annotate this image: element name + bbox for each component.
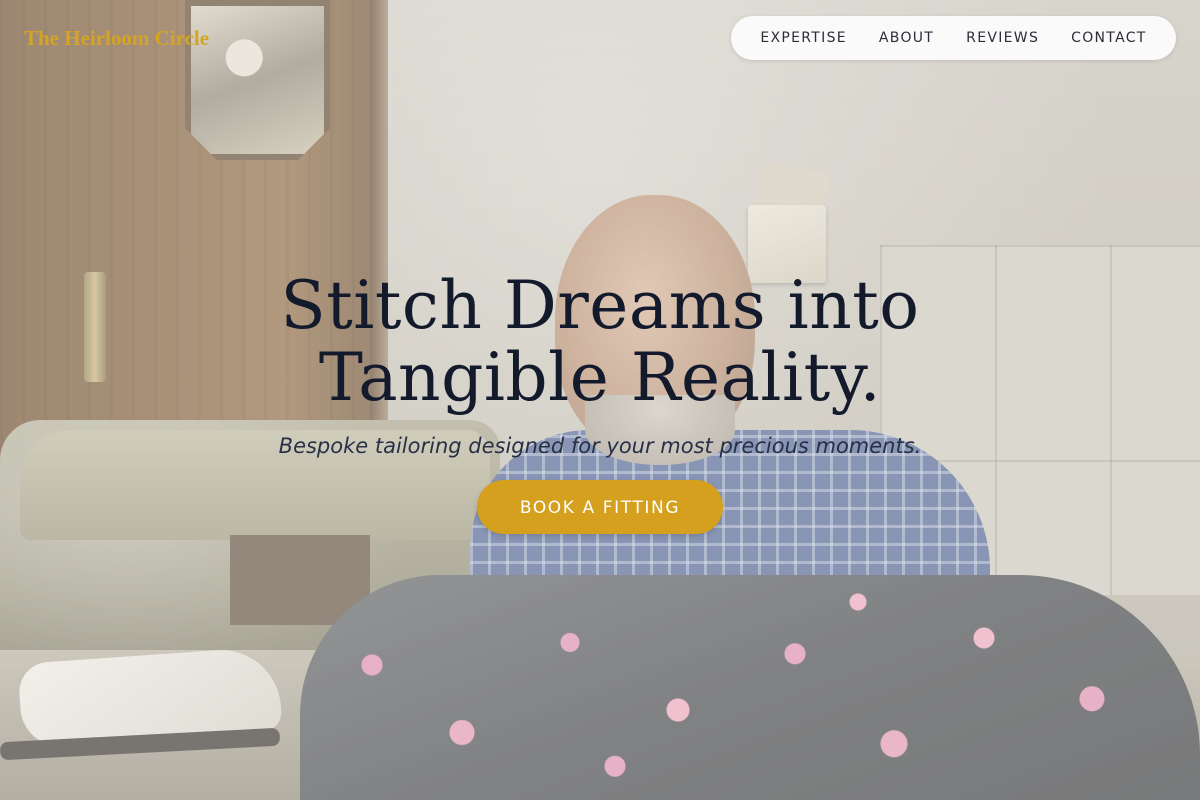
nav-link-about[interactable]: ABOUT [879, 30, 934, 46]
main-nav: EXPERTISE ABOUT REVIEWS CONTACT [731, 16, 1176, 60]
hero-subtitle: Bespoke tailoring designed for your most… [278, 434, 922, 458]
hero-title-line-1: Stitch Dreams into [280, 267, 920, 344]
hero-title-line-2: Tangible Reality. [318, 339, 882, 416]
hero-section: Stitch Dreams into Tangible Reality. Bes… [0, 270, 1200, 534]
book-fitting-button[interactable]: BOOK A FITTING [477, 480, 723, 534]
nav-link-contact[interactable]: CONTACT [1071, 30, 1147, 46]
brand-logo-link[interactable]: The Heirloom Circle [24, 24, 209, 52]
nav-link-reviews[interactable]: REVIEWS [966, 30, 1039, 46]
hero-title: Stitch Dreams into Tangible Reality. [0, 270, 1200, 414]
nav-link-expertise[interactable]: EXPERTISE [760, 30, 847, 46]
